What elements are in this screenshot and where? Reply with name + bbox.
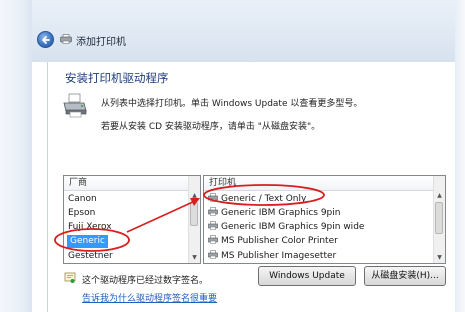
back-arrow-icon bbox=[42, 36, 50, 44]
instruction-text-2: 若要从安装 CD 安装驱动程序，请单击 "从磁盘安装"。 bbox=[101, 122, 321, 132]
scroll-down-icon[interactable]: ▼ bbox=[434, 252, 445, 263]
scroll-up-icon[interactable]: ▲ bbox=[189, 190, 200, 201]
printer-list[interactable]: 打印机 Generic / Text Only Generic IBM Grap… bbox=[203, 175, 446, 264]
printer-item-label: Generic IBM Graphics 9pin bbox=[221, 208, 341, 218]
printer-item-label: Generic / Text Only bbox=[221, 194, 307, 204]
printer-item[interactable]: Generic IBM Graphics 9pin bbox=[208, 207, 340, 220]
printer-icon bbox=[60, 34, 72, 44]
window-right-edge bbox=[455, 0, 465, 312]
printer-item-label: MS Publisher Imagesetter bbox=[221, 251, 337, 261]
printer-item[interactable]: Generic IBM Graphics 9pin wide bbox=[208, 221, 364, 234]
printer-small-icon bbox=[208, 235, 218, 244]
printer-small-icon bbox=[208, 207, 218, 216]
printer-item[interactable]: MS Publisher Imagesetter bbox=[208, 250, 336, 263]
manufacturer-item-fuji-xerox[interactable]: Fuji Xerox bbox=[68, 221, 112, 234]
manufacturer-item-generic[interactable]: Generic bbox=[67, 235, 108, 248]
have-disk-button[interactable]: 从磁盘安装(H)... bbox=[364, 266, 446, 286]
page-heading: 安装打印机驱动程序 bbox=[65, 71, 169, 85]
manufacturer-item-gestetner[interactable]: Gestetner bbox=[68, 250, 113, 263]
manufacturer-item-canon[interactable]: Canon bbox=[68, 193, 97, 206]
windows-update-button[interactable]: Windows Update bbox=[258, 266, 356, 286]
printer-small-icon bbox=[208, 250, 218, 259]
printer-large-icon bbox=[63, 93, 87, 118]
manufacturer-scrollbar[interactable]: ▲ ▼ bbox=[188, 176, 200, 263]
title-bar bbox=[32, 0, 455, 62]
printer-item[interactable]: MS Publisher Color Printer bbox=[208, 235, 338, 248]
printer-list-header: 打印机 bbox=[204, 176, 445, 191]
printer-small-icon bbox=[208, 221, 218, 230]
printer-item-label: MS Publisher Color Printer bbox=[221, 236, 338, 246]
scroll-down-icon[interactable]: ▼ bbox=[189, 252, 200, 263]
scroll-thumb[interactable] bbox=[435, 202, 443, 234]
driver-signing-link[interactable]: 告诉我为什么驱动程序签名很重要 bbox=[82, 291, 217, 304]
scroll-thumb[interactable] bbox=[190, 202, 198, 226]
manufacturer-list-header: 厂商 bbox=[64, 176, 200, 191]
window-title: 添加打印机 bbox=[76, 37, 126, 48]
instruction-text-1: 从列表中选择打印机。单击 Windows Update 以查看更多型号。 bbox=[101, 99, 363, 109]
printer-scrollbar[interactable]: ▲ ▼ bbox=[433, 176, 445, 263]
printer-item[interactable]: Generic / Text Only bbox=[208, 193, 306, 206]
manufacturer-list[interactable]: 厂商 Canon Epson Fuji Xerox Generic Gestet… bbox=[63, 175, 201, 264]
printer-small-icon bbox=[208, 193, 218, 202]
signed-driver-text: 这个驱动程序已经过数字签名。 bbox=[82, 276, 209, 286]
printer-item-label: Generic IBM Graphics 9pin wide bbox=[221, 222, 365, 232]
certificate-icon bbox=[64, 272, 76, 283]
scroll-up-icon[interactable]: ▲ bbox=[434, 190, 445, 201]
manufacturer-item-epson[interactable]: Epson bbox=[68, 207, 95, 220]
window-left-edge bbox=[0, 0, 32, 312]
back-button[interactable] bbox=[37, 31, 54, 48]
